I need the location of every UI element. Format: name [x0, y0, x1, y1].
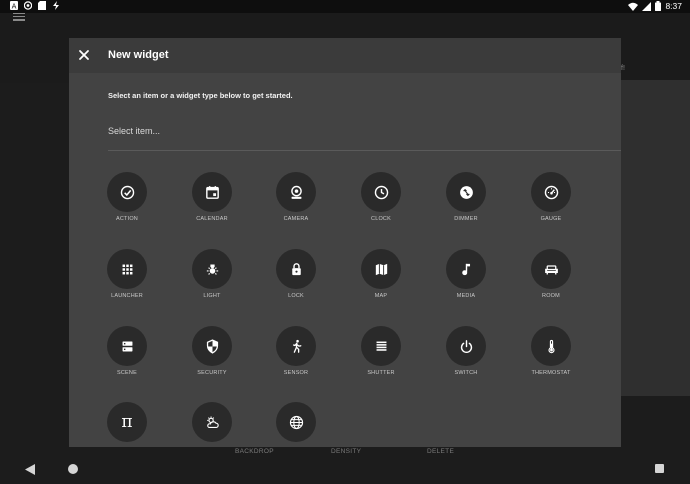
pi-icon: π — [121, 411, 133, 432]
gauge-icon — [544, 185, 558, 199]
widget-label: MEDIA — [456, 293, 476, 299]
background-title-fragment: f! — [621, 65, 625, 72]
light-icon — [206, 264, 218, 275]
camera-icon — [290, 185, 302, 199]
widget-label: ACTION — [116, 216, 138, 222]
sofa-icon — [544, 264, 558, 274]
thermometer-icon — [547, 339, 555, 353]
music-note-icon — [461, 263, 470, 275]
svg-text:A: A — [12, 3, 17, 11]
widget-label: DIMMER — [454, 216, 478, 222]
widget-label: CALENDAR — [196, 216, 228, 222]
widget-label: LIGHT — [203, 293, 221, 299]
globe-icon — [289, 415, 303, 429]
widget-light[interactable]: LIGHT — [185, 249, 239, 313]
shutter-icon — [376, 341, 386, 351]
widget-gauge[interactable]: GAUGE — [524, 172, 578, 236]
scene-icon — [122, 341, 132, 351]
widget-label: SCENE — [117, 370, 137, 376]
close-icon — [79, 50, 89, 60]
widget-dimmer[interactable]: DIMMER — [439, 172, 493, 236]
widget-label: LOCK — [288, 293, 304, 299]
widget-media[interactable]: MEDIA — [439, 249, 493, 313]
dialog-instruction: Select an item or a widget type below to… — [108, 91, 293, 100]
recents-icon[interactable] — [655, 464, 664, 473]
clock-time: 8:37 — [665, 1, 682, 11]
widget-switch[interactable]: SWITCH — [439, 326, 493, 390]
widget-calendar[interactable]: CALENDAR — [185, 172, 239, 236]
widget-formula[interactable]: π — [100, 402, 154, 447]
lock-icon — [291, 262, 301, 275]
widget-room[interactable]: ROOM — [524, 249, 578, 313]
sd-card-icon — [38, 1, 46, 10]
status-bar: A 8:37 — [0, 0, 690, 13]
spin-icon — [24, 1, 32, 10]
widget-label: SECURITY — [197, 370, 227, 376]
grid-icon — [122, 264, 132, 274]
weather-icon — [206, 415, 219, 428]
widget-map[interactable]: MAP — [354, 249, 408, 313]
new-widget-dialog: New widget Select an item or a widget ty… — [69, 38, 621, 447]
widget-web[interactable] — [269, 402, 323, 447]
widget-sensor[interactable]: SENSOR — [269, 326, 323, 390]
widget-label: THERMOSTAT — [531, 370, 571, 376]
a-icon: A — [10, 1, 18, 10]
widget-action[interactable]: ACTION — [100, 172, 154, 236]
widget-label: LAUNCHER — [111, 293, 143, 299]
shield-icon — [206, 338, 218, 354]
calendar-icon — [205, 185, 219, 199]
check-circle-icon — [120, 185, 134, 199]
flash-icon — [53, 1, 59, 10]
widget-label: GAUGE — [540, 216, 562, 222]
widget-camera[interactable]: CAMERA — [269, 172, 323, 236]
walking-person-icon — [292, 339, 301, 353]
widget-launcher[interactable]: LAUNCHER — [100, 249, 154, 313]
widget-label: MAP — [374, 293, 388, 299]
widget-shutter[interactable]: SHUTTER — [354, 326, 408, 390]
battery-icon — [655, 1, 662, 11]
widget-lock[interactable]: LOCK — [269, 249, 323, 313]
menu-icon[interactable] — [13, 12, 25, 21]
widget-clock[interactable]: CLOCK — [354, 172, 408, 236]
widget-security[interactable]: SECURITY — [185, 326, 239, 390]
dialog-header: New widget — [69, 38, 621, 73]
close-button[interactable] — [77, 48, 91, 62]
dimmer-icon — [459, 185, 473, 199]
widget-label: CLOCK — [371, 216, 391, 222]
widget-label: CAMERA — [283, 216, 309, 222]
widget-label: SHUTTER — [367, 370, 395, 376]
widget-label: ROOM — [542, 293, 560, 299]
widget-label: SENSOR — [283, 370, 309, 376]
select-item-field[interactable]: Select item... — [108, 124, 621, 151]
navigation-bar — [0, 454, 690, 484]
widget-thermostat[interactable]: THERMOSTAT — [524, 326, 578, 390]
screen: f! BACKDROP DENSITY DELETE A 8:37 New wi… — [0, 0, 690, 484]
clock-icon — [374, 185, 388, 199]
widget-scene[interactable]: SCENE — [100, 326, 154, 390]
home-icon[interactable] — [68, 464, 78, 474]
power-icon — [460, 339, 472, 353]
background-card — [621, 80, 690, 396]
widget-weather[interactable] — [185, 402, 239, 447]
dialog-title: New widget — [108, 49, 169, 61]
map-icon — [375, 263, 387, 275]
back-icon[interactable] — [25, 464, 35, 475]
wifi-icon — [628, 2, 639, 11]
widget-label: SWITCH — [454, 370, 478, 376]
signal-icon — [642, 1, 652, 11]
